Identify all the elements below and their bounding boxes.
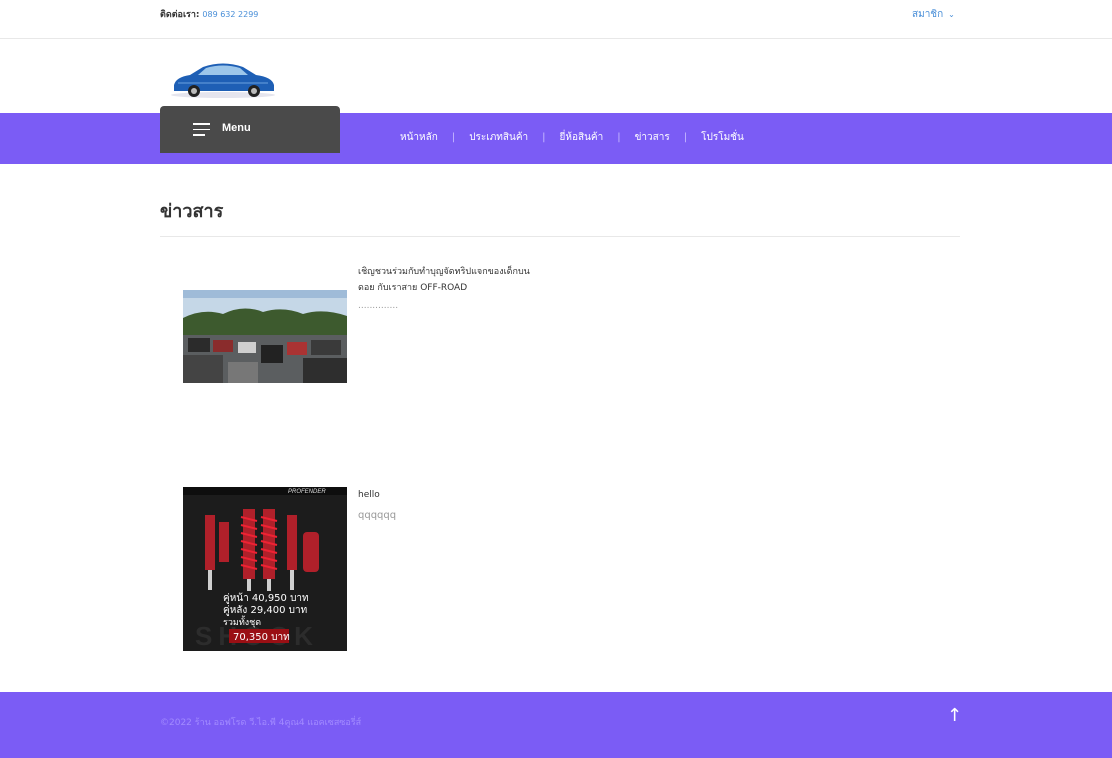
site-logo[interactable] [168,55,278,100]
news-title-line: hello [358,490,380,500]
nav-news[interactable]: ข่าวสาร [635,130,670,145]
nav-separator: | [451,132,456,143]
menu-button[interactable]: Menu [160,106,340,153]
news-title-line: เชิญชวนร่วมกับทำบุญจัดทริปแจกของเด็กบน [358,267,530,277]
nav-brands[interactable]: ยี่ห้อสินค้า [560,130,604,145]
nav-separator: | [617,132,621,143]
title-divider [160,236,960,237]
arrow-up-icon[interactable]: ↑ [947,705,962,726]
promo-brand-text: PROFENDER [288,489,326,495]
contact-label: ติดต่อเรา: [160,10,200,20]
news-image-shock-promo[interactable]: PROFENDER SHOCK คู่หน้า 40,950 บาท คู่หล… [183,487,347,651]
promo-total-price: 70,350 บาท [233,632,290,643]
nav-separator: | [542,132,546,143]
copyright-text: ©2022 ร้าน ออฟโรด วี.ไอ.พี 4คูณ4 แอคเซสซ… [160,718,362,728]
nav-promotions[interactable]: โปรโมชั่น [701,130,744,145]
menu-label: Menu [222,122,251,134]
promo-rear-price: คู่หลัง 29,400 บาท [223,605,307,616]
news-description: .............. [358,301,399,311]
contact-info: ติดต่อเรา: 089 632 2299 [160,7,258,21]
news-image-offroad[interactable] [183,290,347,383]
hamburger-icon [193,123,210,140]
news-title[interactable]: hello [358,487,568,503]
page-title: ข่าวสาร [160,201,224,222]
news-description: qqqqqq [358,510,397,521]
site-footer: ©2022 ร้าน ออฟโรด วี.ไอ.พี 4คูณ4 แอคเซสซ… [0,692,1112,758]
chevron-down-icon: ⌄ [948,10,955,19]
nav-links: หน้าหลัก | ประเภทสินค้า | ยี่ห้อสินค้า |… [400,130,744,145]
nav-categories[interactable]: ประเภทสินค้า [469,130,528,145]
nav-separator: | [683,132,688,143]
news-title[interactable]: เชิญชวนร่วมกับทำบุญจัดทริปแจกของเด็กบน ด… [358,264,568,296]
top-bar: ติดต่อเรา: 089 632 2299 สมาชิก ⌄ [0,0,1112,39]
contact-phone-link[interactable]: 089 632 2299 [202,10,258,19]
promo-front-price: คู่หน้า 40,950 บาท [223,592,309,604]
member-label: สมาชิก [912,9,944,20]
nav-home[interactable]: หน้าหลัก [400,130,438,145]
member-dropdown[interactable]: สมาชิก ⌄ [912,7,955,22]
news-title-line: ดอย กับเราสาย OFF-ROAD [358,283,468,293]
